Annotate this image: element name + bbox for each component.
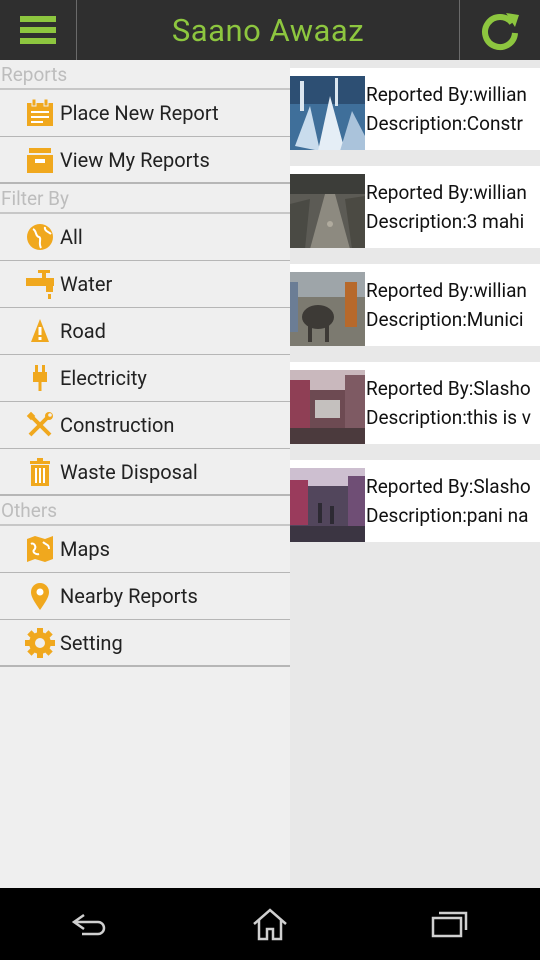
filter-item-water[interactable]: Water	[0, 261, 290, 308]
menu-item-label: Place New Report	[60, 101, 219, 125]
report-author: Reported By:willian	[366, 83, 527, 106]
refresh-icon	[482, 13, 519, 51]
road-cone-icon	[22, 315, 58, 347]
menu-item-view-my-reports[interactable]: View My Reports	[0, 137, 290, 184]
filter-item-road[interactable]: Road	[0, 308, 290, 355]
home-icon	[253, 908, 287, 941]
filter-item-waste-disposal[interactable]: Waste Disposal	[0, 449, 290, 496]
inbox-icon	[22, 144, 58, 176]
map-icon	[22, 533, 58, 565]
menu-button[interactable]	[0, 0, 76, 60]
globe-icon	[22, 221, 58, 253]
section-header-filter: Filter By	[0, 184, 290, 214]
report-description: Description:pani na	[366, 504, 529, 527]
report-author: Reported By:willian	[366, 279, 527, 302]
app-title: Saano Awaaz	[171, 11, 365, 49]
report-author: Reported By:Slasho	[366, 377, 531, 400]
filter-item-label: Construction	[60, 413, 175, 437]
menu-item-nearby-reports[interactable]: Nearby Reports	[0, 573, 290, 620]
report-thumbnail	[290, 76, 365, 150]
report-description: Description:Munici	[366, 308, 524, 331]
menu-item-place-new-report[interactable]: Place New Report	[0, 90, 290, 137]
gear-icon	[22, 627, 58, 659]
clipboard-icon	[22, 97, 58, 129]
refresh-button[interactable]	[460, 0, 540, 60]
menu-item-label: View My Reports	[60, 147, 210, 172]
filter-item-label: Electricity	[60, 366, 147, 390]
filter-item-construction[interactable]: Construction	[0, 402, 290, 449]
report-card[interactable]: Reported By:willian Description:Constr	[290, 68, 540, 150]
report-author: Reported By:willian	[366, 181, 527, 204]
menu-item-label: Setting	[60, 630, 123, 655]
app-toolbar: Saano Awaaz	[0, 0, 540, 60]
faucet-icon	[22, 268, 58, 300]
filter-item-label: Waste Disposal	[60, 459, 198, 484]
location-pin-icon	[22, 580, 58, 612]
trash-icon	[22, 456, 58, 488]
filter-item-electricity[interactable]: Electricity	[0, 355, 290, 402]
plug-icon	[22, 362, 58, 394]
menu-item-label: Nearby Reports	[60, 584, 198, 608]
report-card[interactable]: Reported By:willian Description:3 mahi	[290, 166, 540, 248]
report-thumbnail	[290, 468, 365, 542]
filter-item-label: Road	[60, 319, 106, 343]
report-thumbnail	[290, 370, 365, 444]
menu-item-maps[interactable]: Maps	[0, 526, 290, 573]
menu-item-setting[interactable]: Setting	[0, 620, 290, 667]
section-header-others: Others	[0, 496, 290, 526]
report-description: Description:3 mahi	[366, 210, 525, 233]
menu-item-label: Maps	[60, 537, 110, 561]
section-header-reports: Reports	[0, 60, 290, 90]
report-author: Reported By:Slasho	[366, 475, 531, 498]
report-card[interactable]: Reported By:Slasho Description:pani na	[290, 460, 540, 542]
back-button[interactable]	[60, 900, 120, 948]
recent-apps-button[interactable]	[420, 900, 480, 948]
report-description: Description:Constr	[366, 112, 523, 135]
hamburger-icon	[20, 16, 56, 44]
report-thumbnail	[290, 174, 365, 248]
report-description: Description:this is v	[366, 406, 531, 429]
back-icon	[71, 913, 106, 936]
report-thumbnail	[290, 272, 365, 346]
navigation-drawer: Reports Place New Report View My Reports…	[0, 60, 290, 888]
tools-icon	[22, 409, 58, 441]
home-button[interactable]	[240, 900, 300, 948]
report-card[interactable]: Reported By:willian Description:Munici	[290, 264, 540, 346]
report-card[interactable]: Reported By:Slasho Description:this is v	[290, 362, 540, 444]
recent-apps-icon	[431, 911, 468, 938]
filter-item-label: All	[60, 225, 83, 249]
filter-item-all[interactable]: All	[0, 214, 290, 261]
system-navigation-bar	[0, 888, 540, 960]
filter-item-label: Water	[60, 272, 113, 296]
